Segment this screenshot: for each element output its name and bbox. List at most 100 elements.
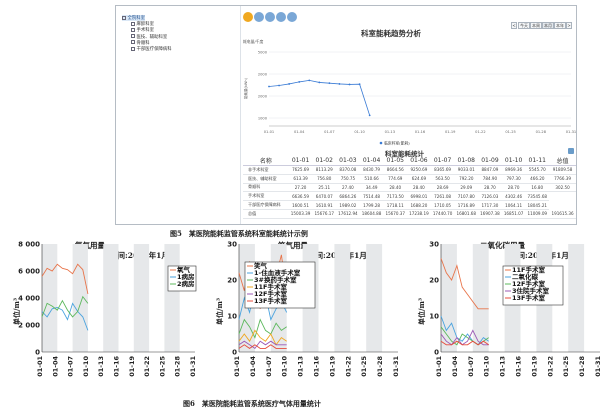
home-icon[interactable] xyxy=(243,12,253,22)
table-cell: 1710.05 xyxy=(430,200,455,210)
checkbox-icon[interactable] xyxy=(131,34,135,39)
x-tick-label: 01-13 xyxy=(385,130,395,134)
x-tick-label: 01-01 xyxy=(435,356,443,377)
table-cell: 27.40 xyxy=(336,183,360,193)
table-cell: 16851.07 xyxy=(501,209,526,219)
checkbox-icon[interactable] xyxy=(131,21,135,26)
x-tick-label: 01-28 xyxy=(376,356,384,377)
table-cell: 73545.68 xyxy=(525,191,550,202)
trend-point xyxy=(368,114,371,117)
x-tick-label: 01-07 xyxy=(265,356,273,377)
table-row[interactable]: 干部医疗保障病科 1600.51 1610.91 1989.02 1799.28 1718… xyxy=(243,200,576,210)
checkbox-icon[interactable] xyxy=(131,27,135,32)
table-cell: 563.50 xyxy=(430,174,455,184)
checkbox-icon[interactable] xyxy=(131,46,135,51)
next-button[interactable]: > xyxy=(566,22,572,29)
x-tick-label: 01-04 xyxy=(451,356,459,377)
range-3-button[interactable]: 本年 xyxy=(554,22,566,29)
stats-table: 名称 01-01 01-02 01-03 01-04 01-05 01-06 01-07 01-… xyxy=(243,156,576,219)
tree-item[interactable]: 骨顺科 xyxy=(131,40,150,46)
table-cell: 7173.50 xyxy=(383,191,408,202)
range-2-button[interactable]: 本月 xyxy=(542,22,554,29)
x-tick-label: 01-13 xyxy=(97,356,105,377)
weekend-band xyxy=(103,244,119,352)
table-cell: 28.40 xyxy=(383,183,408,193)
tree-item[interactable]: 全院科室 xyxy=(122,15,146,21)
column-header: 名称 xyxy=(243,156,289,166)
trend-point xyxy=(268,85,270,88)
weekend-band xyxy=(366,244,383,352)
column-header: 01-07 xyxy=(430,156,455,166)
y-tick-label: 30 xyxy=(227,241,237,249)
column-header: 01-09 xyxy=(478,156,502,166)
table-cell: 非手术科室 xyxy=(243,165,289,175)
tree-item[interactable]: 手术科室 xyxy=(131,27,154,33)
table-cell: 7126.03 xyxy=(478,191,502,202)
x-tick-label: 01-25 xyxy=(158,356,166,377)
x-tick-label: 01-31 xyxy=(392,356,400,377)
table-row[interactable]: 非手术科室 7625.69 8113.29 8370.08 8430.79 8664.56… xyxy=(243,165,576,175)
x-tick-label: 01-16 xyxy=(515,356,523,377)
trend-point xyxy=(338,83,341,85)
range-0-button[interactable]: 今天 xyxy=(518,22,530,29)
table-cell: 17238.19 xyxy=(407,209,431,219)
table-cell: 1989.02 xyxy=(336,200,360,210)
table-row[interactable]: 手术科室 6636.59 6470.07 6864.26 7514.48 7173.50 6… xyxy=(243,191,576,202)
tree-item[interactable]: 麻醉科室 xyxy=(131,21,154,27)
table-cell: 34.49 xyxy=(359,183,384,193)
y-tick-label: 30 xyxy=(429,241,439,249)
table-cell: 750.75 xyxy=(336,174,360,184)
x-tick-label: 01-01 xyxy=(36,356,44,377)
x-tick-label: 01-22 xyxy=(344,356,352,377)
y-tick-label: 20 xyxy=(227,277,237,285)
nitrous-chart-panel: 笑气用量时间:2018年1月单位/m³302010001-0101-0401-0… xyxy=(203,230,403,395)
y-unit-label: 耗电量/千度 xyxy=(243,39,263,44)
y-tick-label: 10 xyxy=(429,313,439,321)
trend-point xyxy=(298,81,301,83)
table-cell: 8430.79 xyxy=(359,165,384,175)
y-tick-label: 0 xyxy=(434,349,439,357)
table-cell: 1600.51 xyxy=(288,200,313,210)
column-header: 01-03 xyxy=(336,156,360,166)
table-cell: 797.30 xyxy=(501,174,526,184)
table-cell: 16907.38 xyxy=(478,209,502,219)
table-cell: 18604.88 xyxy=(359,209,384,219)
x-tick-label: 01-04 xyxy=(249,356,257,377)
prev-button[interactable]: < xyxy=(511,22,517,29)
x-tick-label: 01-07 xyxy=(67,356,75,377)
table-cell: 15003.39 xyxy=(288,209,313,219)
tree-item[interactable]: 干部医疗保障病科 xyxy=(131,46,172,52)
chart-icon[interactable] xyxy=(254,12,264,22)
x-tick-label: 01-13 xyxy=(297,356,305,377)
table-cell: 25.11 xyxy=(312,183,337,193)
table-cell: 骨顺科 xyxy=(243,183,289,193)
y-tick-label: 5000 xyxy=(258,50,268,54)
table-row[interactable]: 骨顺科 27.20 25.11 27.40 34.49 28.40 28.40 28.69 29… xyxy=(243,183,576,193)
oxygen-chart-panel: 氧气用量时间:2018年1月单位/m³8 0006 0004 0002 0000… xyxy=(0,230,200,395)
checkbox-icon[interactable] xyxy=(131,40,135,45)
column-header: 01-10 xyxy=(501,156,526,166)
x-tick-label: 01-10 xyxy=(82,356,90,377)
column-header: 01-02 xyxy=(312,156,337,166)
range-1-button[interactable]: 本周 xyxy=(530,22,542,29)
x-tick-label: 01-31 xyxy=(189,356,197,377)
x-tick-label: 01-19 xyxy=(128,356,136,377)
y-tick-label: 0 xyxy=(232,349,237,357)
x-tick-label: 01-28 xyxy=(174,356,182,377)
table-row[interactable]: 医技、辅助科室 613.39 756.80 750.75 510.66 774.69 624… xyxy=(243,174,576,184)
export-icon[interactable] xyxy=(568,148,574,154)
stats-title: 科室能耗统计 xyxy=(385,150,424,158)
table-cell: 784.90 xyxy=(478,174,502,184)
moon-icon[interactable] xyxy=(287,12,297,22)
checkbox-icon[interactable] xyxy=(122,15,126,20)
figure6-caption: 图6 某医院能耗监管系统医疗气体用量统计 xyxy=(183,399,321,408)
pie-icon[interactable] xyxy=(276,12,286,22)
bar-icon[interactable] xyxy=(265,12,275,22)
table-cell: 1688.20 xyxy=(407,200,431,210)
table-row[interactable]: 总值 15003.39 15676.17 17612.94 18604.88 15670.… xyxy=(243,209,576,219)
tree-item[interactable]: 医技、辅助科室 xyxy=(131,34,167,40)
table-cell: 466.20 xyxy=(525,174,550,184)
x-tick-label: 01-31 xyxy=(594,356,602,377)
table-cell: 1610.91 xyxy=(312,200,337,210)
table-cell: 6636.59 xyxy=(288,191,313,202)
